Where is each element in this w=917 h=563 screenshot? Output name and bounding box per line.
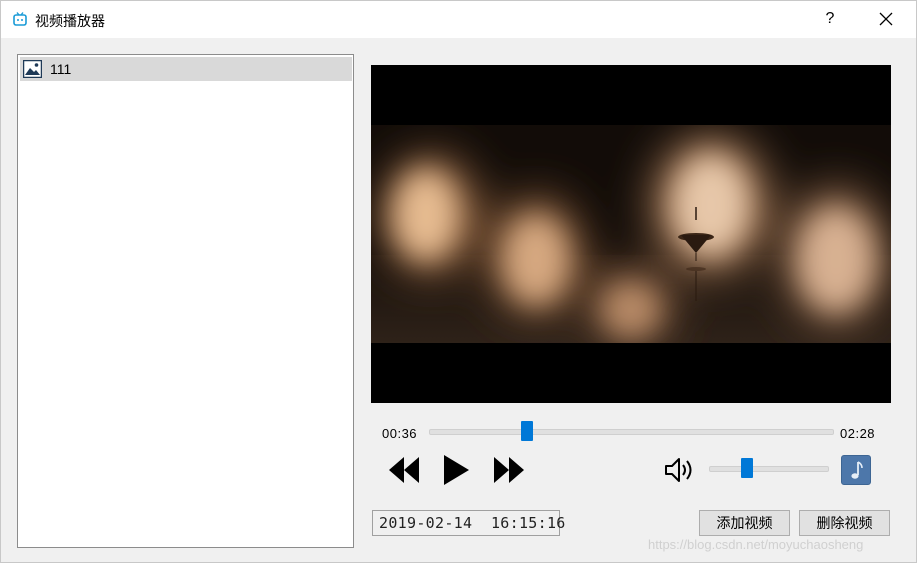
- progress-slider-handle[interactable]: [520, 421, 533, 441]
- video-list[interactable]: 111: [17, 54, 354, 548]
- current-time: 00:36: [382, 426, 418, 441]
- delete-video-button[interactable]: 删除视频: [799, 510, 890, 536]
- speaker-icon[interactable]: [662, 455, 696, 485]
- app-tv-icon: [13, 12, 27, 26]
- image-icon: [23, 60, 42, 78]
- list-item-label: 111: [50, 61, 72, 77]
- list-item[interactable]: 111: [20, 57, 352, 81]
- title-bar[interactable]: 视频播放器 ?: [1, 1, 916, 38]
- video-frame: [371, 65, 891, 403]
- add-video-button[interactable]: 添加视频: [699, 510, 790, 536]
- rewind-icon[interactable]: [387, 455, 421, 485]
- total-time: 02:28: [840, 426, 876, 441]
- fast-forward-icon[interactable]: [492, 455, 526, 485]
- help-button[interactable]: ?: [819, 7, 841, 31]
- datetime-display: 2019-02-14 16:15:16: [372, 510, 565, 536]
- play-icon[interactable]: [441, 453, 471, 487]
- volume-slider[interactable]: [709, 466, 829, 472]
- watermark: https://blog.csdn.net/moyuchaosheng: [648, 537, 864, 552]
- music-note-icon: [851, 461, 863, 479]
- volume-slider-handle[interactable]: [740, 458, 753, 478]
- window-title: 视频播放器: [35, 13, 105, 29]
- progress-slider[interactable]: [429, 429, 834, 435]
- close-icon[interactable]: [874, 7, 898, 31]
- video-display[interactable]: [371, 65, 891, 403]
- main-window: 视频播放器 ? 111 00:36 02:28 2019-02-14 16:15…: [0, 0, 917, 563]
- music-button[interactable]: [841, 455, 871, 485]
